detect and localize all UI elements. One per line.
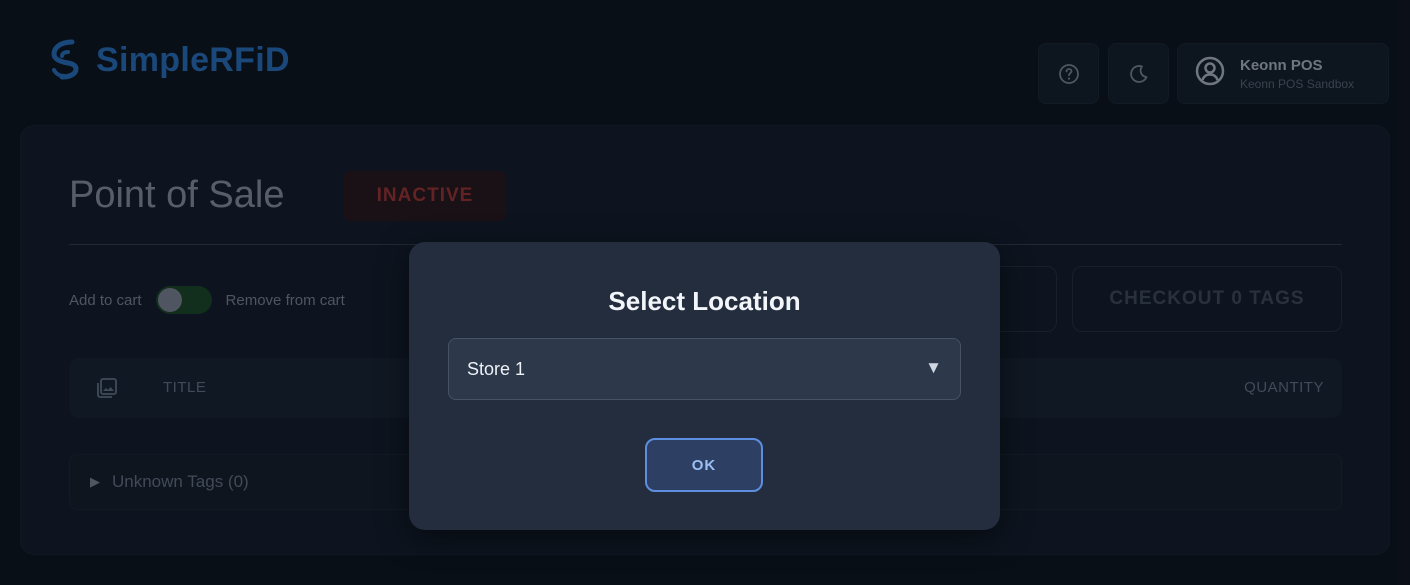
selected-location: Store 1 xyxy=(467,358,526,379)
location-select[interactable]: Store 1 ▼ xyxy=(448,338,961,400)
dialog-title: Select Location xyxy=(608,286,801,316)
ok-button[interactable]: OK xyxy=(645,438,763,492)
select-location-dialog: Select Location Store 1 ▼ OK xyxy=(409,242,1000,530)
app: SimpleRFiD Keonn POS Keonn POS Sandbox P… xyxy=(0,0,1410,585)
dropdown-arrow-icon: ▼ xyxy=(925,358,942,377)
